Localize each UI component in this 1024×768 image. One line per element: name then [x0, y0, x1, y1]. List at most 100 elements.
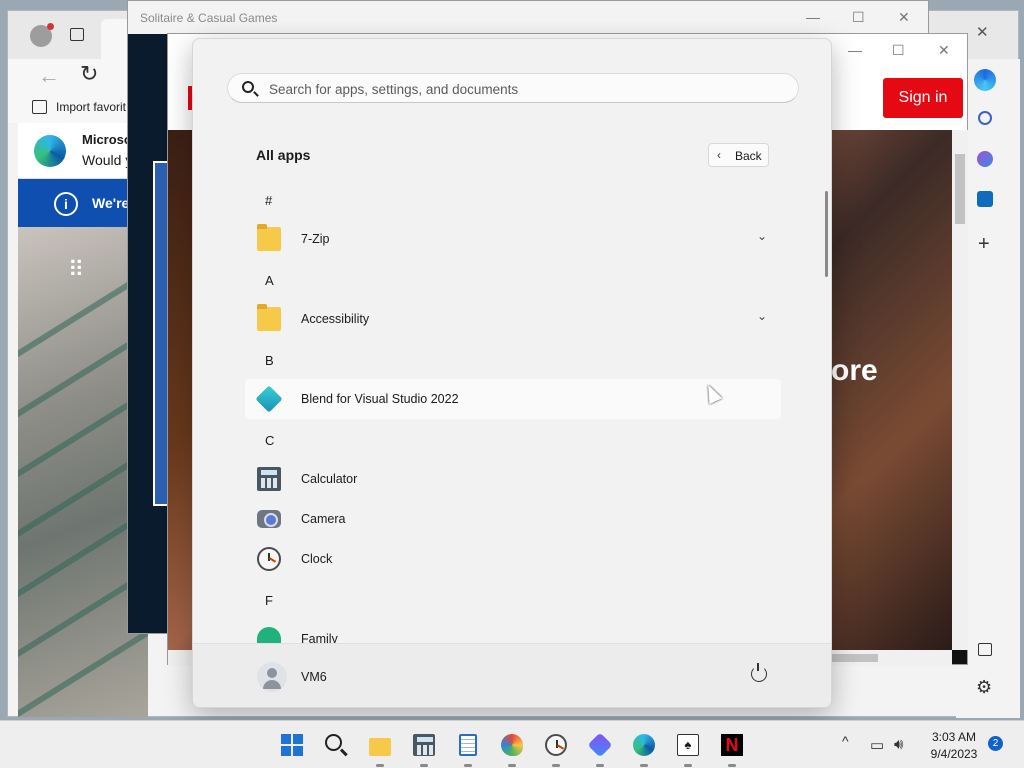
chevron-down-icon[interactable]: ⌄ — [757, 309, 767, 323]
solitaire-icon: ♠ — [677, 734, 699, 756]
app-clock[interactable]: Clock — [245, 539, 781, 579]
app-name: Camera — [301, 512, 346, 526]
clock-icon — [545, 734, 567, 756]
app-accessibility[interactable]: Accessibility ⌄ — [245, 299, 781, 339]
app-blend-visual-studio[interactable]: Blend for Visual Studio 2022 — [245, 379, 781, 419]
start-button[interactable] — [276, 729, 308, 761]
taskbar-search-button[interactable] — [320, 729, 352, 761]
notification-count-badge[interactable]: 2 — [988, 736, 1003, 751]
search-icon — [242, 81, 254, 93]
volume-icon[interactable]: 🔊︎ — [894, 736, 903, 753]
folder-icon — [257, 304, 281, 331]
search-sidebar-icon[interactable] — [978, 111, 992, 125]
profile-icon[interactable] — [30, 23, 54, 47]
file-explorer-icon — [369, 738, 391, 756]
start-search-box[interactable] — [227, 73, 799, 103]
solitaire-window-title: Solitaire & Casual Games — [140, 11, 278, 25]
letter-header-c[interactable]: C — [265, 433, 274, 448]
calculator-icon — [257, 467, 281, 491]
taskbar-calculator[interactable] — [408, 729, 440, 767]
solitaire-close-button[interactable]: ✕ — [898, 9, 910, 26]
calculator-icon — [413, 734, 435, 756]
gear-icon[interactable]: ⚙ — [976, 677, 992, 698]
back-button-label: Back — [735, 149, 762, 163]
taskbar-paint[interactable] — [496, 729, 528, 767]
copilot-sidebar-icon[interactable] — [977, 151, 993, 167]
network-icon[interactable]: ▭ — [870, 736, 884, 754]
notification-title: Microso — [82, 132, 132, 147]
folder-icon — [257, 224, 281, 251]
solitaire-maximize-button[interactable]: ☐ — [852, 9, 865, 26]
camera-icon — [257, 510, 281, 528]
start-icon — [281, 734, 303, 756]
import-favorites-icon — [32, 100, 47, 114]
netflix-icon: N — [721, 734, 743, 756]
netflix-minimize-button[interactable]: — — [848, 42, 862, 58]
refresh-icon[interactable]: ↻ — [80, 61, 98, 87]
edge-logo-icon — [34, 135, 66, 167]
app-camera[interactable]: Camera — [245, 499, 781, 539]
app-calculator[interactable]: Calculator — [245, 459, 781, 499]
letter-header-hash[interactable]: # — [265, 193, 272, 208]
letter-header-a[interactable]: A — [265, 273, 274, 288]
app-list-scrollbar[interactable] — [825, 191, 828, 277]
import-favorites-link[interactable]: Import favorit — [56, 100, 126, 114]
taskbar-copilot[interactable] — [584, 729, 616, 767]
app-launcher-icon[interactable]: ⠿ — [68, 257, 84, 283]
app-7zip[interactable]: 7-Zip ⌄ — [245, 219, 781, 259]
app-name: Family — [301, 632, 338, 643]
show-hidden-icons-button[interactable]: ^ — [842, 733, 849, 749]
taskbar-clock[interactable] — [540, 729, 572, 767]
edge-close-button[interactable]: ✕ — [976, 23, 989, 41]
outlook-icon[interactable] — [977, 191, 993, 207]
infobar-text: We're — [92, 195, 130, 211]
edge-icon — [633, 734, 655, 756]
taskbar-solitaire[interactable]: ♠ — [672, 729, 704, 767]
taskbar-time[interactable]: 3:03 AM — [924, 730, 984, 744]
notification-text: Would y — [82, 152, 133, 168]
taskbar-file-explorer[interactable] — [364, 729, 396, 767]
user-avatar-icon[interactable] — [257, 662, 287, 692]
netflix-maximize-button[interactable]: ☐ — [892, 42, 905, 59]
chevron-left-icon: ‹ — [717, 148, 721, 162]
letter-header-f[interactable]: F — [265, 593, 273, 608]
netflix-close-button[interactable]: ✕ — [938, 42, 950, 59]
chevron-down-icon[interactable]: ⌄ — [757, 229, 767, 243]
sidebar-panel-icon[interactable] — [978, 643, 992, 656]
start-search-input[interactable] — [269, 79, 789, 99]
all-apps-title: All apps — [256, 147, 311, 163]
app-name: 7-Zip — [301, 232, 330, 246]
power-icon[interactable] — [751, 663, 767, 682]
taskbar-netflix[interactable]: N — [716, 729, 748, 767]
family-icon — [257, 627, 281, 643]
app-name: Blend for Visual Studio 2022 — [301, 392, 459, 406]
app-family[interactable]: Family — [245, 619, 781, 643]
search-icon — [325, 734, 342, 751]
app-name: Accessibility — [301, 312, 370, 326]
taskbar-edge[interactable] — [628, 729, 660, 767]
bing-chat-icon[interactable] — [974, 69, 996, 91]
copilot-icon — [587, 732, 613, 758]
taskbar: ♠ N ^ ▭ 🔊︎ 3:03 AM 9/4/2023 2 — [0, 720, 1024, 768]
letter-header-b[interactable]: B — [265, 353, 274, 368]
start-menu-footer: VM6 — [193, 643, 831, 707]
sign-in-button[interactable]: Sign in — [883, 78, 963, 118]
vertical-scrollbar[interactable] — [952, 130, 968, 650]
solitaire-minimize-button[interactable]: — — [806, 9, 820, 25]
notepad-icon — [459, 734, 477, 756]
tab-actions-icon[interactable] — [70, 28, 84, 41]
back-button[interactable]: ‹ Back — [708, 143, 769, 167]
add-sidebar-app-icon[interactable]: + — [978, 233, 990, 256]
taskbar-notepad[interactable] — [452, 729, 484, 767]
paint-icon — [501, 734, 523, 756]
solitaire-title-bar: Solitaire & Casual Games — ☐ ✕ — [128, 1, 928, 34]
blend-icon — [255, 385, 283, 413]
all-apps-list: # 7-Zip ⌄ A Accessibility ⌄ B Blend for … — [245, 179, 783, 643]
info-icon: i — [54, 192, 78, 216]
taskbar-date[interactable]: 9/4/2023 — [924, 747, 984, 761]
start-menu: All apps ‹ Back # 7-Zip ⌄ A Accessibilit… — [192, 38, 832, 708]
user-name[interactable]: VM6 — [301, 670, 327, 684]
app-name: Calculator — [301, 472, 358, 486]
clock-icon — [257, 547, 281, 571]
back-arrow-icon[interactable]: ← — [38, 63, 60, 89]
